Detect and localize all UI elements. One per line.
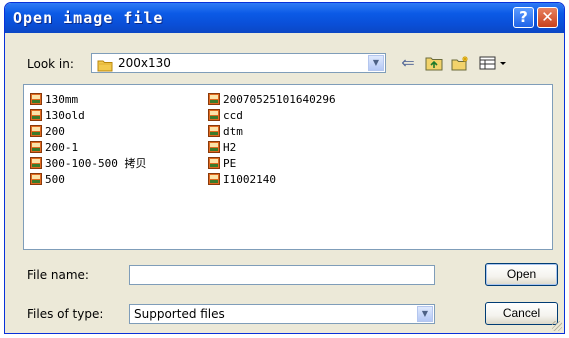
file-column-1: 130mm 130old 200 200-1 300-100-500 拷贝 500 — [30, 91, 146, 187]
file-item[interactable]: 20070525101640296 — [208, 91, 336, 107]
file-type-dropdown[interactable]: Supported files ▼ — [129, 304, 435, 324]
file-item-label: dtm — [223, 124, 243, 138]
chevron-down-icon: ▼ — [421, 309, 429, 318]
file-item[interactable]: 200 — [30, 123, 146, 139]
cancel-button[interactable]: Cancel — [485, 302, 558, 325]
image-file-icon — [208, 93, 220, 105]
up-folder-icon — [425, 57, 443, 71]
look-in-value: 200x130 — [118, 56, 171, 70]
file-item-label: 130mm — [45, 92, 79, 106]
file-item-label: PE — [223, 156, 237, 170]
folder-icon — [97, 57, 113, 76]
back-button[interactable]: ⇐ — [397, 53, 419, 73]
file-item-label: 500 — [45, 172, 65, 186]
file-type-arrow-button[interactable]: ▼ — [417, 306, 433, 322]
image-file-icon — [208, 125, 220, 137]
image-file-icon — [30, 141, 42, 153]
title-bar[interactable]: Open image file ? ✕ — [5, 3, 564, 33]
image-file-icon — [208, 173, 220, 185]
file-item-label: 20070525101640296 — [223, 92, 336, 106]
file-item-label: 130old — [45, 108, 85, 122]
file-item[interactable]: 500 — [30, 171, 146, 187]
file-item[interactable]: 200-1 — [30, 139, 146, 155]
image-file-icon — [30, 93, 42, 105]
file-item[interactable]: 300-100-500 拷贝 — [30, 155, 146, 171]
file-item-label: 200 — [45, 124, 65, 138]
image-file-icon — [30, 125, 42, 137]
dialog-title: Open image file — [13, 9, 164, 27]
up-folder-button[interactable] — [423, 53, 445, 73]
new-folder-icon — [451, 56, 468, 71]
file-name-label: File name: — [27, 268, 89, 282]
look-in-arrow-button[interactable]: ▼ — [368, 55, 384, 71]
image-file-icon — [30, 157, 42, 169]
image-file-icon — [30, 173, 42, 185]
file-item-label: ccd — [223, 108, 243, 122]
file-item-label: 300-100-500 拷贝 — [45, 157, 147, 170]
image-file-icon — [208, 157, 220, 169]
file-item-label: 200-1 — [45, 140, 79, 154]
file-item-label: I1002140 — [223, 172, 276, 186]
image-file-icon — [30, 109, 42, 121]
back-arrow-icon: ⇐ — [401, 53, 415, 72]
open-button[interactable]: Open — [485, 263, 558, 286]
file-item[interactable]: ccd — [208, 107, 336, 123]
file-type-label: Files of type: — [27, 307, 104, 321]
help-button[interactable]: ? — [513, 7, 534, 28]
file-item[interactable]: PE — [208, 155, 336, 171]
file-item-label: H2 — [223, 140, 237, 154]
image-file-icon — [208, 141, 220, 153]
file-item[interactable]: 130old — [30, 107, 146, 123]
file-column-2: 20070525101640296 ccd dtm H2 PE I1002140 — [208, 91, 336, 187]
look-in-dropdown[interactable]: 200x130 ▼ — [91, 53, 386, 73]
new-folder-button[interactable] — [449, 53, 471, 73]
resize-grip[interactable] — [552, 321, 562, 331]
close-button[interactable]: ✕ — [537, 7, 558, 28]
view-menu-button[interactable] — [477, 53, 511, 73]
look-in-label: Look in: — [27, 57, 74, 71]
view-menu-icon — [479, 56, 506, 70]
file-item[interactable]: 130mm — [30, 91, 146, 107]
image-file-icon — [208, 109, 220, 121]
chevron-down-icon: ▼ — [372, 58, 380, 67]
close-icon: ✕ — [541, 8, 554, 26]
open-image-dialog: Open image file ? ✕ Look in: 200x130 ▼ ⇐ — [4, 2, 565, 334]
file-item[interactable]: dtm — [208, 123, 336, 139]
file-item[interactable]: I1002140 — [208, 171, 336, 187]
file-name-input[interactable] — [129, 265, 435, 285]
file-type-value: Supported files — [134, 307, 225, 321]
file-item[interactable]: H2 — [208, 139, 336, 155]
file-list[interactable]: 130mm 130old 200 200-1 300-100-500 拷贝 500 200… — [23, 84, 553, 250]
help-icon: ? — [519, 8, 528, 26]
